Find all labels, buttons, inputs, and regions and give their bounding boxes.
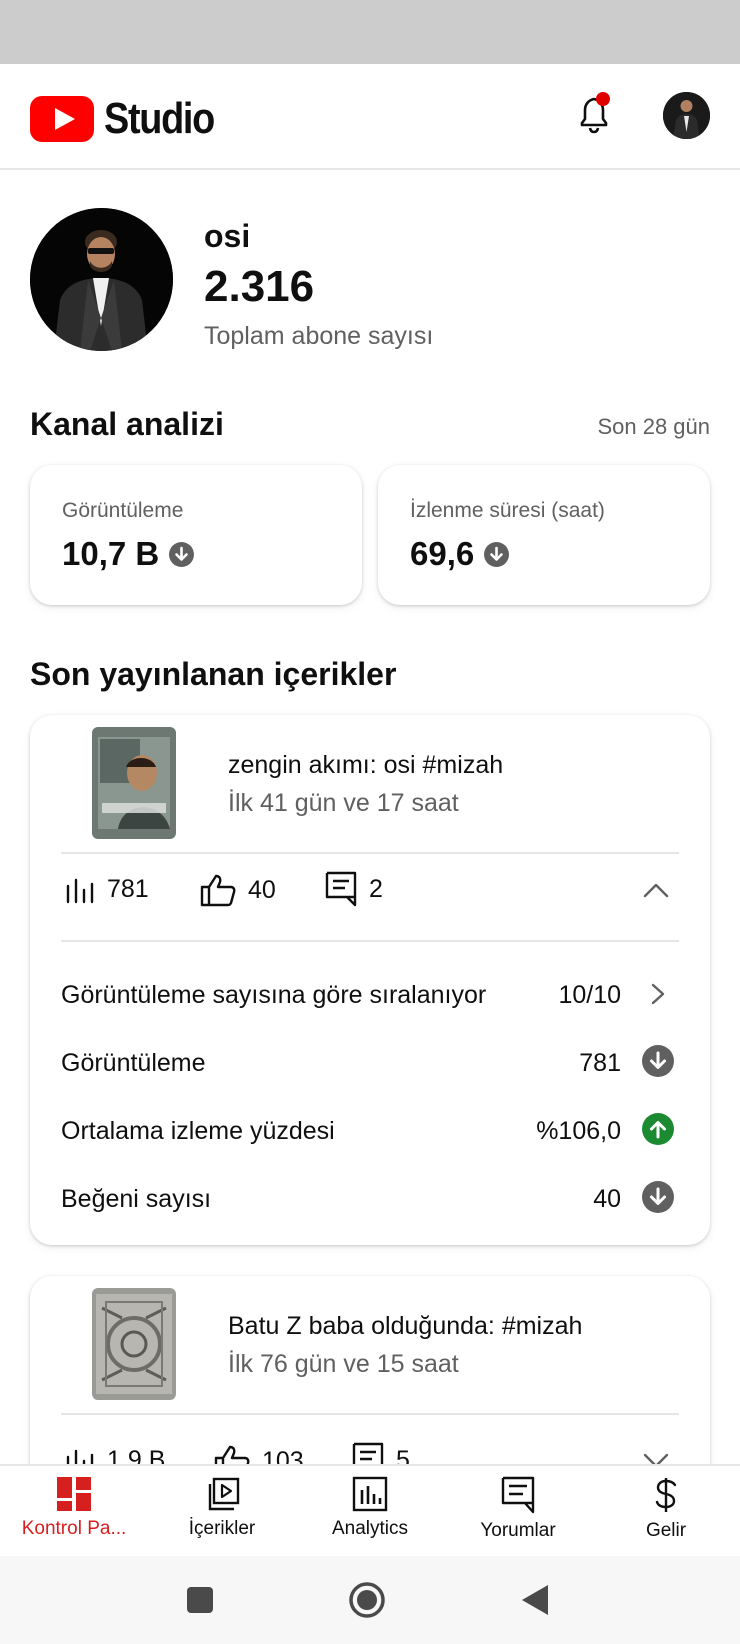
watch-time-value: 69,6	[410, 535, 475, 572]
stat-value: 69,6	[410, 535, 510, 573]
recent-content-title: Son yayınlanan içerikler	[30, 656, 397, 692]
comments-icon	[501, 1476, 535, 1514]
stat-label: Görüntüleme	[62, 499, 184, 522]
nav-dashboard[interactable]: Kontrol Pa...	[0, 1476, 148, 1540]
views-metric: 781	[65, 875, 149, 904]
stat-value: 10,7 B	[62, 535, 195, 573]
video-title[interactable]: zengin akımı: osi #mizah	[228, 751, 503, 780]
arrow-up-icon	[642, 1113, 674, 1145]
app-bar: Studio	[0, 64, 740, 170]
views-value: 10,7 B	[62, 535, 160, 572]
analytics-period: Son 28 gün	[597, 414, 710, 439]
comments-count: 2	[369, 874, 383, 903]
chevron-up-icon[interactable]	[642, 881, 670, 899]
views-detail-value: 781	[579, 1049, 621, 1077]
nav-label: İçerikler	[188, 1518, 256, 1539]
nav-label: Kontrol Pa...	[21, 1518, 127, 1539]
channel-analytics-title: Kanal analizi	[30, 406, 224, 442]
views-detail-label: Görüntüleme	[61, 1049, 206, 1077]
video-card[interactable]: zengin akımı: osi #mizah İlk 41 gün ve 1…	[30, 715, 710, 1245]
comments-metric: 2	[325, 871, 383, 907]
likes-metric: 40	[200, 873, 276, 907]
nav-earn[interactable]: Gelir	[592, 1476, 740, 1542]
trend-down-icon	[484, 541, 510, 567]
analytics-icon	[352, 1476, 388, 1512]
status-bar	[0, 0, 740, 64]
dashboard-icon	[57, 1477, 91, 1511]
brand-text: Studio	[104, 94, 215, 143]
arrow-down-icon	[642, 1045, 674, 1077]
nav-analytics[interactable]: Analytics	[296, 1476, 444, 1540]
avg-watch-percent-value: %106,0	[536, 1117, 621, 1145]
video-thumbnail[interactable]	[92, 727, 176, 839]
nav-label: Yorumlar	[480, 1520, 556, 1541]
comment-icon	[325, 871, 357, 907]
subscriber-count-label: Toplam abone sayısı	[204, 322, 434, 350]
content-icon	[208, 1477, 240, 1511]
nav-comments[interactable]: Yorumlar	[444, 1476, 592, 1542]
bottom-navigation: Kontrol Pa... İçerikler Analytics Yoruml…	[0, 1464, 740, 1556]
thumbs-up-icon	[200, 874, 236, 907]
arrow-down-icon	[642, 1181, 674, 1213]
nav-content[interactable]: İçerikler	[148, 1476, 296, 1540]
likes-count: 40	[248, 875, 276, 904]
video-thumbnail[interactable]	[92, 1288, 176, 1400]
back-icon[interactable]	[520, 1583, 550, 1617]
notification-dot	[596, 92, 610, 106]
youtube-studio-logo[interactable]: Studio	[30, 94, 232, 144]
channel-name: osi	[204, 218, 251, 254]
divider	[61, 940, 679, 942]
views-stat-card[interactable]: Görüntüleme 10,7 B	[30, 465, 362, 605]
views-count: 781	[107, 875, 149, 903]
likes-detail-label: Beğeni sayısı	[61, 1185, 212, 1213]
youtube-play-icon	[30, 96, 94, 142]
bar-chart-icon	[66, 878, 94, 903]
likes-detail-value: 40	[593, 1185, 621, 1213]
video-title[interactable]: Batu Z baba olduğunda: #mizah	[228, 1312, 582, 1341]
avg-watch-percent-label: Ortalama izleme yüzdesi	[61, 1117, 335, 1145]
chevron-right-icon[interactable]	[648, 981, 668, 1007]
channel-header: osi 2.316 Toplam abone sayısı	[0, 170, 740, 370]
system-navigation-bar	[0, 1556, 740, 1644]
video-age: İlk 41 gün ve 17 saat	[228, 789, 459, 817]
ranking-label[interactable]: Görüntüleme sayısına göre sıralanıyor	[61, 981, 486, 1010]
divider	[61, 1413, 679, 1415]
divider	[61, 852, 679, 854]
trend-down-icon	[169, 541, 195, 567]
home-icon[interactable]	[348, 1581, 386, 1619]
nav-label: Analytics	[331, 1518, 409, 1539]
watch-time-stat-card[interactable]: İzlenme süresi (saat) 69,6	[378, 465, 710, 605]
video-age: İlk 76 gün ve 15 saat	[228, 1350, 459, 1378]
notifications-bell-icon[interactable]	[574, 92, 614, 136]
subscriber-count: 2.316	[204, 262, 315, 311]
account-avatar[interactable]	[663, 92, 710, 139]
dollar-icon	[655, 1478, 677, 1512]
channel-avatar	[30, 208, 173, 351]
ranking-value: 10/10	[558, 981, 621, 1009]
nav-label: Gelir	[645, 1520, 687, 1541]
recents-icon[interactable]	[186, 1586, 214, 1614]
stat-label: İzlenme süresi (saat)	[410, 499, 605, 522]
